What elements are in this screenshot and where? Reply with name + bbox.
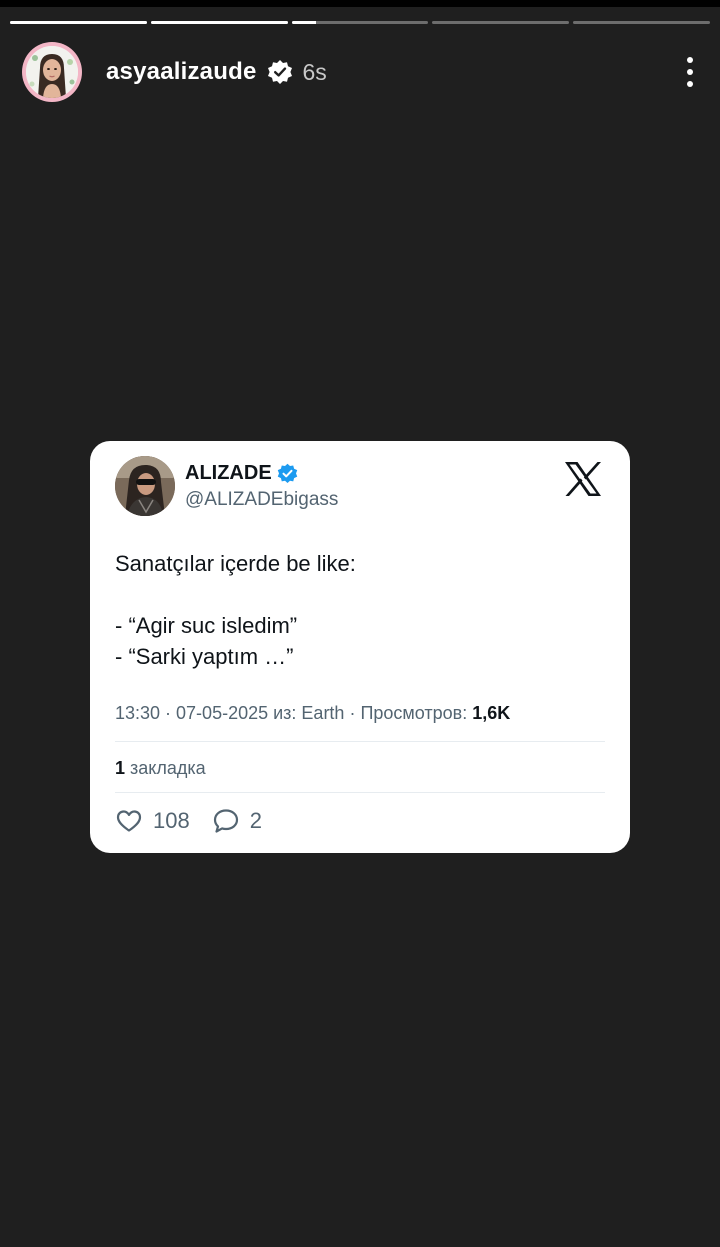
story-username[interactable]: asyaalizaude [106,58,257,86]
progress-segment [291,21,429,24]
reply-button[interactable]: 2 [212,807,262,835]
tweet-meta: 13:30 · 07-05-2025 из: Earth · Просмотро… [115,703,510,724]
more-vertical-icon[interactable] [682,55,698,89]
tweet-card[interactable]: ALIZADE @ALIZADEbigass Sanatçılar içerde… [90,441,630,853]
tweet-author-avatar[interactable] [115,456,175,516]
progress-segment [10,21,147,24]
tweet-text: Sanatçılar içerde be like: - “Agir suc i… [115,551,356,669]
bookmarks-label: закладка [130,758,206,778]
story-time: 6s [302,58,327,85]
verified-badge-icon [267,60,292,84]
avatar[interactable] [22,42,82,102]
comment-icon [213,809,238,833]
story-progress [10,21,710,24]
tweet-bookmarks[interactable]: 1 закладка [115,758,206,779]
divider [115,741,605,742]
progress-segment [573,21,710,24]
verified-badge-icon [277,463,297,484]
progress-segment [432,21,570,24]
heart-icon [116,810,142,832]
divider [115,792,605,793]
reply-count: 2 [249,808,262,833]
bookmarks-count: 1 [115,758,126,778]
like-count: 108 [153,808,190,833]
tweet-author-name[interactable]: ALIZADE [185,462,298,485]
tweet-author-handle[interactable]: @ALIZADEbigass [185,489,338,511]
progress-segment [150,21,288,24]
x-logo-icon [565,462,601,496]
tweet-actions: 108 2 [115,807,262,835]
avatar-image [26,46,78,98]
tweet-views: 1,6K [472,703,511,723]
tweet-author-name-text: ALIZADE [185,462,272,484]
tweet-meta-text: 13:30 · 07-05-2025 из: Earth · Просмотро… [115,703,473,723]
like-button[interactable]: 108 [115,807,190,835]
status-strip [0,0,720,7]
story-header: asyaalizaude 6s [22,42,698,102]
